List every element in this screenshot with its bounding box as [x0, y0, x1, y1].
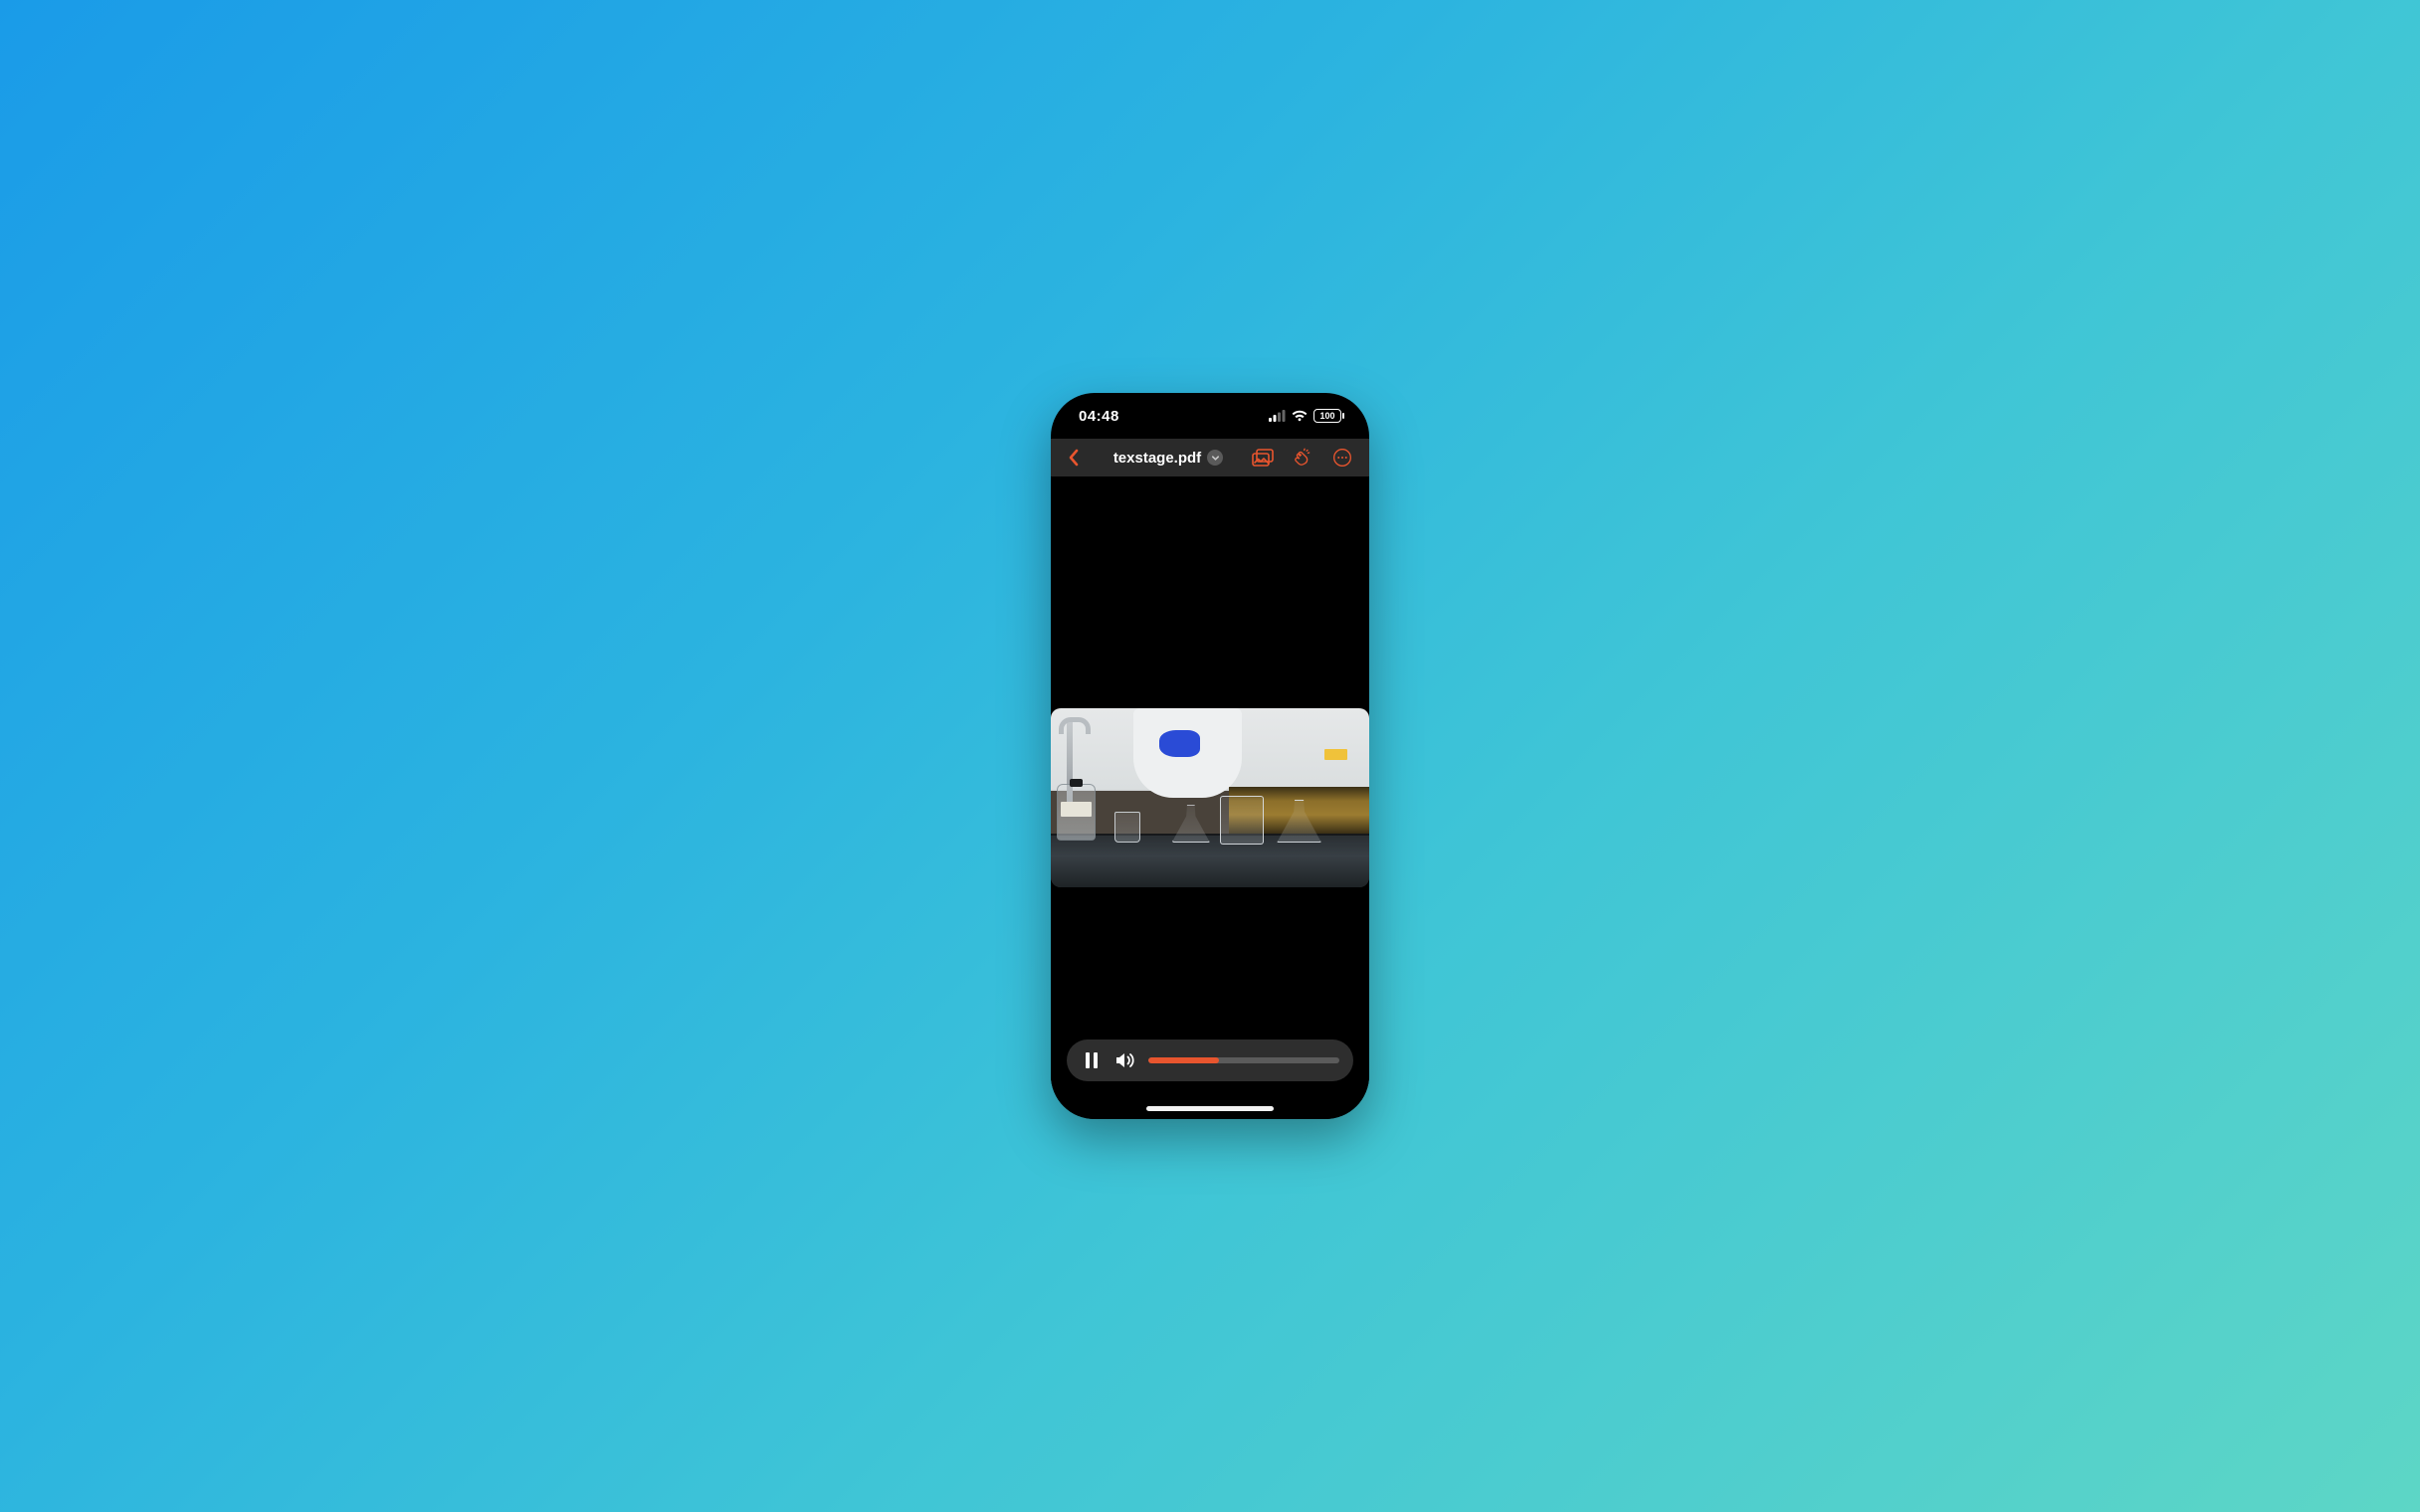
content-area[interactable] [1051, 476, 1369, 1119]
home-indicator[interactable] [1146, 1106, 1274, 1111]
progress-fill [1148, 1057, 1219, 1063]
top-nav: texstage.pdf [1051, 439, 1369, 476]
pause-button[interactable] [1081, 1049, 1103, 1071]
volume-button[interactable] [1114, 1049, 1136, 1071]
clap-button[interactable] [1290, 445, 1315, 471]
gallery-button[interactable] [1250, 445, 1276, 471]
document-title: texstage.pdf [1113, 450, 1201, 467]
player-bar [1067, 1040, 1353, 1081]
title-dropdown[interactable]: texstage.pdf [1095, 450, 1242, 467]
status-indicators: 100 [1269, 409, 1341, 423]
status-bar: 04:48 100 [1051, 393, 1369, 439]
phone-frame: 04:48 100 [1051, 393, 1369, 1119]
back-chevron-icon [1067, 448, 1081, 468]
more-circle-icon [1332, 448, 1352, 468]
gallery-icon [1252, 449, 1274, 467]
lab-scene-image [1051, 708, 1369, 887]
cellular-icon [1269, 410, 1286, 422]
chevron-down-icon [1207, 450, 1223, 466]
progress-track[interactable] [1148, 1057, 1339, 1063]
pause-icon [1085, 1052, 1099, 1068]
video-slide[interactable] [1051, 708, 1369, 887]
clap-icon [1293, 448, 1312, 468]
nav-actions [1250, 445, 1359, 471]
wifi-icon [1292, 410, 1308, 422]
battery-percent-label: 100 [1319, 411, 1334, 421]
more-button[interactable] [1329, 445, 1355, 471]
battery-icon: 100 [1313, 409, 1341, 423]
back-button[interactable] [1061, 445, 1087, 471]
volume-icon [1115, 1051, 1135, 1069]
status-time: 04:48 [1079, 408, 1119, 425]
